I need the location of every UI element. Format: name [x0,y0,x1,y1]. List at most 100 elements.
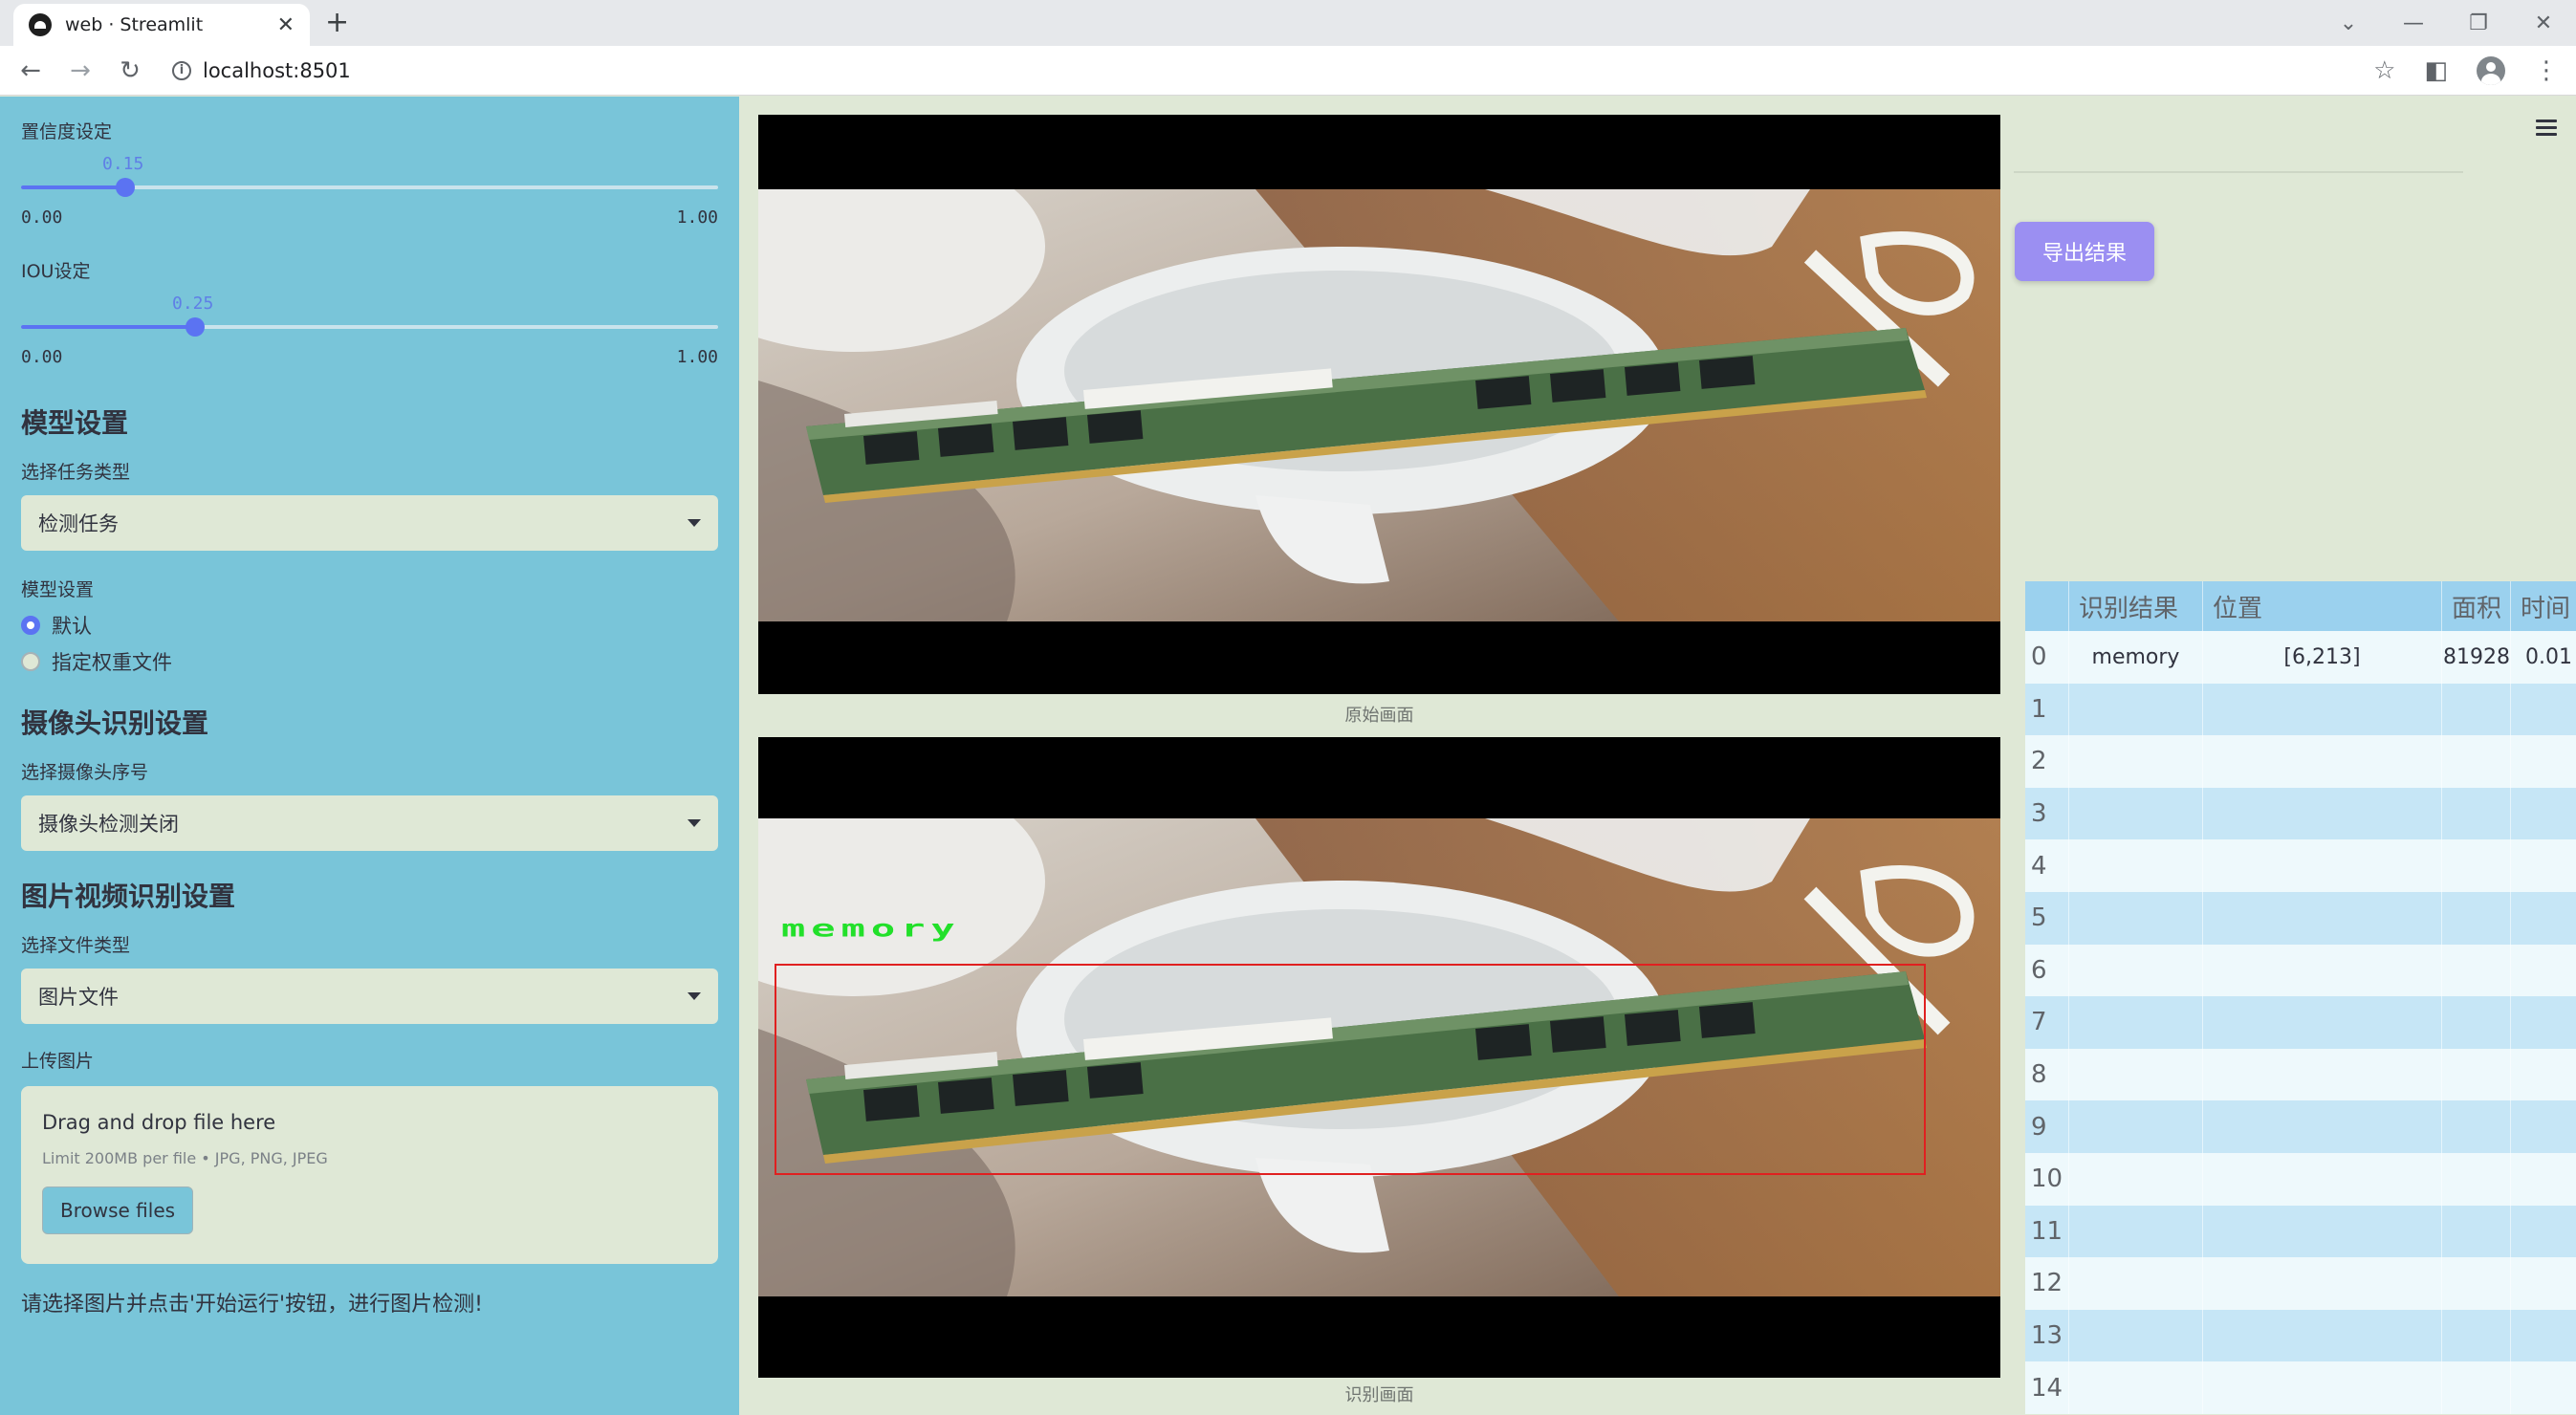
original-image-frame [758,115,2000,694]
close-window-icon[interactable]: ✕ [2511,11,2576,35]
cell-position [2203,683,2442,736]
cell-time [2511,1310,2576,1362]
cell-area [2442,683,2511,736]
browse-files-button[interactable]: Browse files [42,1186,194,1234]
cell-time [2511,684,2576,736]
table-row[interactable]: 7 [2025,996,2576,1049]
site-info-icon[interactable]: i [172,60,191,80]
cell-time: 0.01 [2525,644,2572,669]
browser-menu-icon[interactable]: ⋮ [2534,56,2559,85]
dropzone-title: Drag and drop file here [42,1111,276,1134]
row-index: 0 [2025,631,2069,684]
cell-time [2511,1049,2576,1101]
task-type-value: 检测任务 [38,512,119,535]
task-type-select[interactable]: 检测任务 [21,495,718,551]
side-panel-icon[interactable]: ◧ [2424,56,2448,85]
confidence-thumb[interactable] [116,178,135,197]
divider [2014,171,2463,173]
iou-thumb[interactable] [186,317,205,337]
original-caption: 原始画面 [1344,706,1414,726]
minimize-icon[interactable]: — [2381,11,2446,35]
cell-position [2203,996,2442,1049]
profile-avatar-icon[interactable] [2477,56,2505,85]
camera-index-select[interactable]: 摄像头检测关闭 [21,795,718,851]
cell-area [2442,996,2511,1049]
cell-area [2442,944,2511,997]
cell-position [2203,1048,2442,1101]
row-index: 2 [2025,735,2069,788]
cell-result: memory [2069,631,2203,684]
table-row[interactable]: 6 [2025,944,2576,997]
table-row[interactable]: 0 memory [6,213] 81928 0.01 [2025,631,2576,684]
cell-area [2442,1152,2511,1206]
cell-area [2442,787,2511,840]
results-table: 识别结果 位置 面积 时间 0 memory [6,213] 81928 0.01 1 2 3… [2025,581,2576,1414]
confidence-value: 0.15 [102,154,144,174]
cell-position [2203,839,2442,892]
iou-slider: IOU设定 0.25 0.00 1.00 [21,236,718,376]
file-type-value: 图片文件 [38,986,119,1009]
close-tab-icon[interactable]: ✕ [277,13,295,37]
table-row[interactable]: 2 [2025,735,2576,788]
cell-area [2442,735,2511,788]
radio-custom-weights[interactable]: 指定权重文件 [21,643,718,680]
export-results-button[interactable]: 导出结果 [2015,222,2154,281]
url-field[interactable]: i localhost:8501 [172,59,351,82]
table-row[interactable]: 4 [2025,839,2576,892]
table-header-row: 识别结果 位置 面积 时间 [2025,581,2576,631]
cell-result [2069,683,2203,736]
cell-time [2511,1153,2576,1206]
radio-default[interactable]: 默认 [21,607,718,643]
cell-area [2442,1205,2511,1258]
row-index: 3 [2025,787,2069,840]
table-row[interactable]: 3 [2025,787,2576,840]
url-text: localhost:8501 [203,58,351,82]
cell-time [2511,839,2576,892]
cell-position: [6,213] [2203,631,2442,684]
cell-time [2511,1257,2576,1310]
task-type-label: 选择任务类型 [21,462,131,483]
cell-time [2511,788,2576,840]
reload-icon[interactable]: ↻ [111,56,149,85]
table-row[interactable]: 10 [2025,1152,2576,1206]
new-tab-button[interactable]: + [325,6,349,40]
iou-track[interactable] [21,325,718,329]
file-uploader-dropzone[interactable]: Drag and drop file here Limit 200MB per … [21,1086,718,1264]
row-index: 11 [2025,1205,2069,1258]
cell-position [2203,1309,2442,1362]
cell-position [2203,891,2442,945]
back-icon[interactable]: ← [11,56,50,85]
table-row[interactable]: 8 [2025,1048,2576,1101]
table-row[interactable]: 12 [2025,1257,2576,1310]
cell-position [2203,944,2442,997]
cell-position [2203,1152,2442,1206]
hamburger-menu-icon[interactable] [2536,120,2557,140]
restore-icon[interactable]: ❐ [2446,11,2511,35]
header-position[interactable]: 位置 [2203,581,2442,631]
radio-unchecked-icon[interactable] [21,652,40,671]
tab-search-icon[interactable]: ⌄ [2316,11,2381,35]
header-area[interactable]: 面积 [2442,581,2511,631]
table-row[interactable]: 1 [2025,683,2576,736]
file-type-select[interactable]: 图片文件 [21,969,718,1024]
cell-time [2511,996,2576,1049]
table-row[interactable]: 13 [2025,1309,2576,1362]
cell-position [2203,1100,2442,1153]
table-row[interactable]: 5 [2025,891,2576,945]
browser-tab-bar: web · Streamlit ✕ + ⌄ — ❐ ✕ [0,0,2576,46]
bookmark-star-icon[interactable]: ☆ [2373,56,2395,85]
forward-icon[interactable]: → [61,56,99,85]
header-time[interactable]: 时间 [2511,589,2576,624]
cell-area [2442,1100,2511,1153]
radio-checked-icon[interactable] [21,616,40,635]
header-result[interactable]: 识别结果 [2069,581,2203,631]
table-row[interactable]: 9 [2025,1100,2576,1153]
cell-area [2442,1361,2511,1414]
model-settings-label: 模型设置 [21,579,95,600]
detection-label: memory [781,914,961,943]
sidebar: 置信度设定 0.15 0.00 1.00 IOU设定 0.25 0.00 1.0… [0,97,739,1415]
cell-time [2511,1361,2576,1414]
table-row[interactable]: 11 [2025,1205,2576,1258]
browser-tab[interactable]: web · Streamlit ✕ [13,4,310,46]
table-row[interactable]: 14 [2025,1361,2576,1414]
